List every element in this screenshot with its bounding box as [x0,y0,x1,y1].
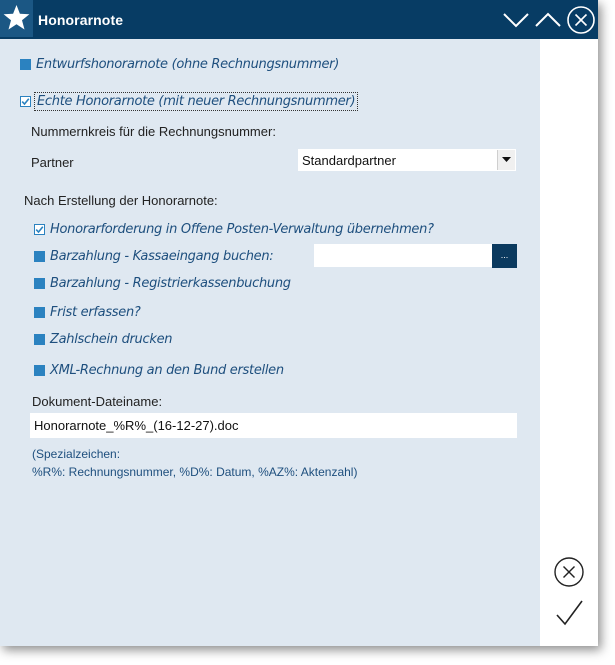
real-option[interactable]: Echte Honorarnote (mit neuer Rechnungsnu… [20,92,359,111]
register-booking-label: Barzahlung - Registrierkassenbuchung [50,276,291,291]
filename-label: Dokument-Dateiname: [32,394,163,409]
op-transfer-label: Honorarforderung in Offene Posten-Verwal… [50,222,434,237]
partner-label: Partner [31,155,74,170]
draft-option[interactable]: Entwurfshonorarnote (ohne Rechnungsnumme… [20,57,339,72]
chevron-down-icon[interactable] [501,4,531,36]
action-sidebar [540,39,598,646]
cash-booking-label: Barzahlung - Kassaeingang buchen: [50,249,274,264]
checkmark-icon[interactable] [553,598,585,630]
close-circle-icon[interactable] [566,4,596,36]
deadline-option[interactable]: Frist erfassen? [34,305,141,320]
dialog-content: Entwurfshonorarnote (ohne Rechnungsnumme… [0,39,540,646]
cash-account-input[interactable] [314,244,492,267]
xml-invoice-checkbox[interactable] [34,365,45,376]
deadline-label: Frist erfassen? [50,305,141,320]
partner-select[interactable]: Standardpartner [298,149,516,171]
op-transfer-checkbox[interactable] [34,224,45,235]
cash-booking-option[interactable]: Barzahlung - Kassaeingang buchen: [34,249,274,264]
dialog-window: Honorarnote Entwurfshonorarnote (ohne Re… [0,0,598,646]
payslip-checkbox[interactable] [34,334,45,345]
browse-button[interactable]: ... [492,244,517,268]
payslip-label: Zahlschein drucken [50,332,173,347]
real-option-label: Echte Honorarnote (mit neuer Rechnungsnu… [33,92,359,111]
filename-input[interactable]: Honorarnote_%R%_(16-12-27).doc [30,413,517,438]
deadline-checkbox[interactable] [34,307,45,318]
window-title: Honorarnote [38,12,124,28]
title-bar: Honorarnote [0,0,598,39]
number-range-heading: Nummernkreis für die Rechnungsnummer: [31,124,276,139]
real-checkbox[interactable] [20,96,31,107]
draft-checkbox[interactable] [20,59,31,70]
special-chars-hint-1: (Spezialzeichen: [32,447,121,461]
op-transfer-option[interactable]: Honorarforderung in Offene Posten-Verwal… [34,222,434,237]
xml-invoice-option[interactable]: XML-Rechnung an den Bund erstellen [34,363,284,378]
xml-invoice-label: XML-Rechnung an den Bund erstellen [50,363,284,378]
register-booking-checkbox[interactable] [34,278,45,289]
after-creation-heading: Nach Erstellung der Honorarnote: [24,193,218,208]
payslip-option[interactable]: Zahlschein drucken [34,332,173,347]
cancel-circle-icon[interactable] [553,556,585,588]
draft-option-label: Entwurfshonorarnote (ohne Rechnungsnumme… [36,57,339,72]
partner-select-value: Standardpartner [302,152,396,168]
cash-booking-checkbox[interactable] [34,251,45,262]
chevron-up-icon[interactable] [533,4,563,36]
dropdown-arrow-icon[interactable] [497,150,515,170]
star-icon [0,0,33,37]
register-booking-option[interactable]: Barzahlung - Registrierkassenbuchung [34,276,291,291]
special-chars-hint-2: %R%: Rechnungsnummer, %D%: Datum, %AZ%: … [32,465,358,479]
